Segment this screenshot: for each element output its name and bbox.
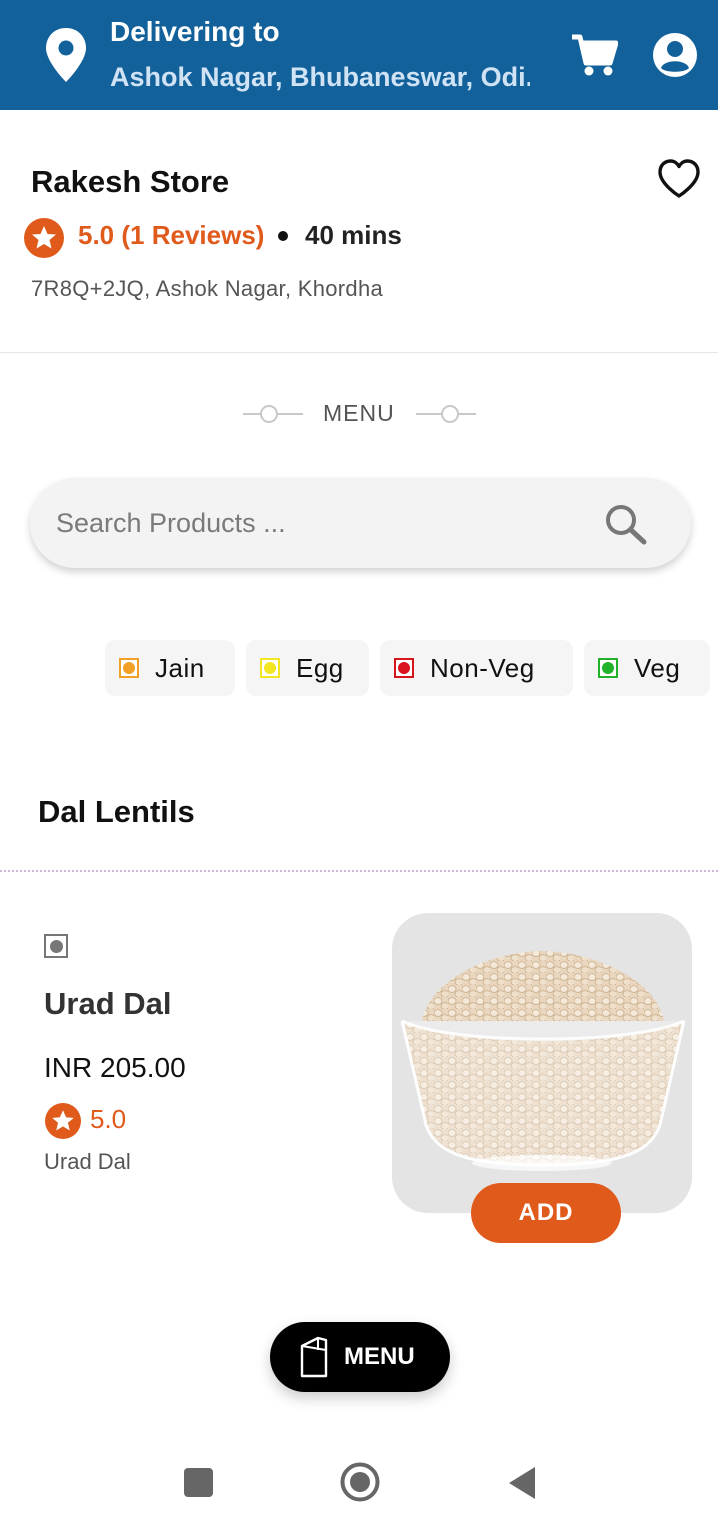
floating-menu-label: MENU [344,1343,415,1370]
ornament-left-icon [243,405,303,423]
favorite-heart-icon[interactable] [656,158,702,200]
cart-icon[interactable] [570,33,618,77]
rating-star-icon [24,218,64,258]
non-veg-marker-icon [394,658,414,678]
filter-chip-veg[interactable]: Veg [584,640,710,696]
filter-label: Veg [634,652,681,683]
store-address: 7R8Q+2JQ, Ashok Nagar, Khordha [31,276,384,301]
top-bar: Delivering to Ashok Nagar, Bhubaneswar, … [0,0,718,110]
egg-marker-icon [260,658,280,678]
product-name[interactable]: Urad Dal [44,986,171,1022]
delivering-to-label: Delivering to [110,16,280,47]
menu-book-icon [300,1336,328,1378]
lentil-bowl-image [400,951,686,1171]
add-button[interactable]: ADD [471,1183,621,1243]
filter-label: Jain [155,652,205,683]
filter-chip-jain[interactable]: Jain [105,640,235,696]
filter-chip-egg[interactable]: Egg [246,640,369,696]
divider [0,352,718,353]
filter-label: Egg [296,652,344,683]
filter-chip-non-veg[interactable]: Non-Veg [380,640,573,696]
recent-apps-button[interactable] [184,1468,213,1497]
home-button-icon[interactable] [340,1462,380,1502]
product-description: Urad Dal [44,1149,131,1174]
food-type-marker-icon [44,934,68,958]
location-pin-icon[interactable] [42,26,90,84]
product-rating-star-icon [45,1103,81,1139]
search-icon[interactable] [602,502,650,546]
ornament-right-icon [416,405,476,423]
menu-heading: MENU [323,400,395,426]
store-name: Rakesh Store [31,164,230,199]
search-input[interactable] [56,502,596,544]
veg-marker-icon [598,658,618,678]
filter-label: Non-Veg [430,652,535,683]
account-icon[interactable] [652,32,698,78]
dotted-divider [0,870,718,872]
back-button-icon[interactable] [507,1466,537,1500]
store-rating-reviews[interactable]: 5.0 (1 Reviews) [78,220,264,251]
product-image[interactable] [392,913,692,1213]
category-title: Dal Lentils [38,794,195,829]
product-rating: 5.0 [90,1104,127,1134]
delivery-address[interactable]: Ashok Nagar, Bhubaneswar, Odi... [110,62,530,93]
floating-menu-button[interactable]: MENU [270,1322,450,1392]
delivery-eta: 40 mins [305,220,402,250]
jain-marker-icon [119,658,139,678]
search-bar [30,478,691,568]
separator-dot [278,231,288,241]
product-price: INR 205.00 [44,1052,186,1083]
